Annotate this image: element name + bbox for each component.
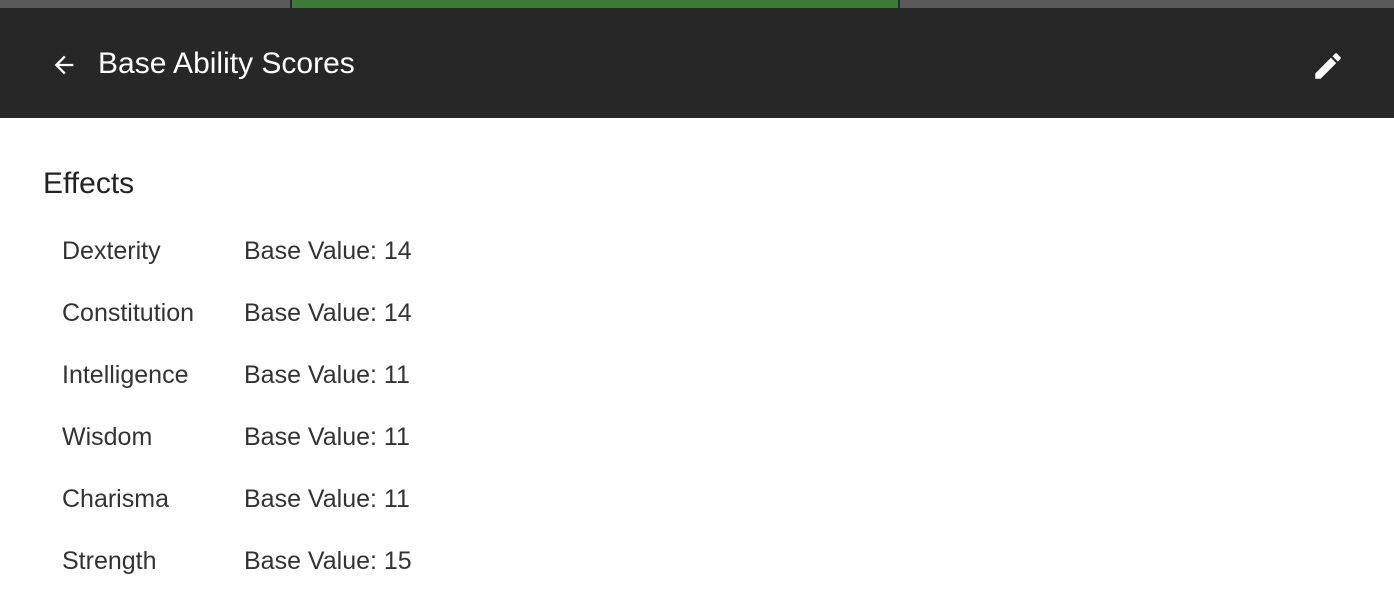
effect-value: Base Value: 11 — [244, 360, 410, 389]
top-strip — [0, 0, 1394, 8]
top-strip-segment — [0, 0, 290, 8]
effect-value: Base Value: 14 — [244, 236, 412, 265]
effect-name: Charisma — [62, 484, 169, 513]
content-area: Effects Dexterity Base Value: 14 Constit… — [0, 118, 1394, 616]
edit-button[interactable] — [1306, 44, 1350, 88]
effect-row-wisdom: Wisdom Base Value: 11 — [62, 406, 662, 468]
page-title: Base Ability Scores — [98, 47, 355, 80]
effects-list: Dexterity Base Value: 14 Constitution Ba… — [62, 220, 662, 592]
effect-value: Base Value: 14 — [244, 298, 412, 327]
effect-name: Strength — [62, 546, 157, 575]
effect-name: Dexterity — [62, 236, 161, 265]
effect-row-dexterity: Dexterity Base Value: 14 — [62, 220, 662, 282]
arrow-left-icon — [54, 55, 74, 75]
effect-name: Wisdom — [62, 422, 153, 451]
back-button[interactable] — [46, 47, 82, 83]
effect-row-constitution: Constitution Base Value: 14 — [62, 282, 662, 344]
app-bar: Base Ability Scores — [0, 8, 1394, 118]
effect-value: Base Value: 11 — [244, 422, 410, 451]
effect-value: Base Value: 11 — [244, 484, 410, 513]
top-strip-segment-active — [292, 0, 898, 8]
pencil-icon — [1315, 53, 1341, 79]
effect-row-intelligence: Intelligence Base Value: 11 — [62, 344, 662, 406]
effect-value: Base Value: 15 — [244, 546, 412, 575]
effect-row-strength: Strength Base Value: 15 — [62, 530, 662, 592]
effect-name: Intelligence — [62, 360, 189, 389]
effect-name: Constitution — [62, 298, 195, 327]
effects-heading: Effects — [43, 167, 135, 200]
effect-row-charisma: Charisma Base Value: 11 — [62, 468, 662, 530]
top-strip-segment — [900, 0, 1394, 8]
